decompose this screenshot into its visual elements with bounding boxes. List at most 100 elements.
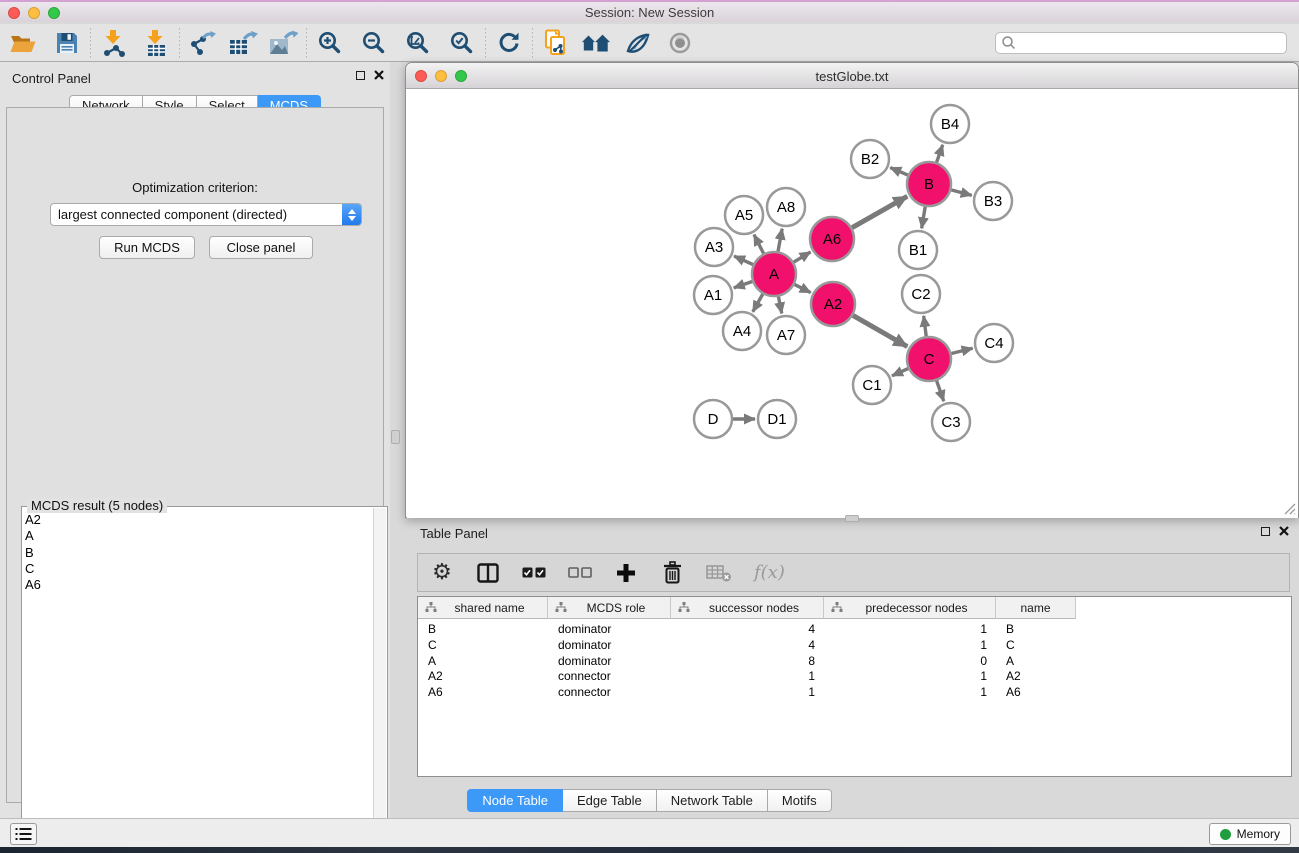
table-settings-gear-icon[interactable]: ⚙ — [430, 559, 454, 587]
tab-network-table[interactable]: Network Table — [657, 789, 768, 812]
edge-A6-B[interactable] — [852, 196, 907, 227]
graph-node-A3[interactable]: A3 — [695, 228, 733, 266]
search-input[interactable] — [1017, 34, 1286, 52]
tab-node-table[interactable]: Node Table — [467, 789, 563, 812]
edge-B-B1[interactable] — [922, 207, 926, 229]
graph-node-D[interactable]: D — [694, 400, 732, 438]
home-layout-icon[interactable] — [581, 28, 611, 58]
graph-node-A2[interactable]: A2 — [811, 282, 855, 326]
cell-MCDS-role: connector — [548, 685, 671, 701]
export-table-icon[interactable] — [228, 28, 258, 58]
show-hide-style-icon[interactable] — [623, 28, 653, 58]
graph-node-C3[interactable]: C3 — [932, 403, 970, 441]
graph-node-A1[interactable]: A1 — [694, 276, 732, 314]
optimization-dropdown[interactable]: largest connected component (directed) — [50, 203, 362, 226]
graph-node-A6[interactable]: A6 — [810, 217, 854, 261]
table-row[interactable]: Adominator80A — [418, 654, 1291, 670]
edge-C-C4[interactable] — [951, 348, 972, 353]
float-panel-icon[interactable] — [356, 71, 365, 80]
svg-text:C3: C3 — [941, 414, 960, 431]
delete-column-trash-icon[interactable] — [660, 559, 684, 587]
edge-A-A7[interactable] — [778, 297, 781, 314]
column-header-MCDS-role[interactable]: MCDS role — [548, 597, 671, 619]
edge-A-A6[interactable] — [794, 252, 811, 262]
edge-A-A2[interactable] — [795, 284, 811, 292]
svg-text:D: D — [708, 411, 719, 428]
edge-C-C1[interactable] — [892, 369, 908, 376]
column-header-name[interactable]: name — [996, 597, 1076, 619]
task-history-button[interactable] — [10, 823, 37, 845]
edge-C-C2[interactable] — [924, 316, 927, 336]
table-row[interactable]: A2connector11A2 — [418, 669, 1291, 685]
close-panel-button[interactable]: Close panel — [209, 236, 313, 259]
network-window-title: testGlobe.txt — [406, 69, 1298, 84]
graph-node-C[interactable]: C — [907, 337, 951, 381]
clone-network-icon[interactable] — [541, 28, 571, 58]
edge-B-B2[interactable] — [890, 168, 908, 175]
graph-node-B3[interactable]: B3 — [974, 182, 1012, 220]
tab-edge-table[interactable]: Edge Table — [563, 789, 657, 812]
control-panel-header: Control Panel — [0, 62, 390, 92]
edge-C-C3[interactable] — [937, 381, 944, 402]
cell-successor-nodes: 4 — [671, 638, 824, 654]
delete-table-icon[interactable] — [706, 559, 732, 587]
graph-node-A5[interactable]: A5 — [725, 196, 763, 234]
edge-A-A5[interactable] — [754, 235, 764, 254]
table-row[interactable]: Cdominator41C — [418, 638, 1291, 654]
graph-node-A[interactable]: A — [752, 252, 796, 296]
graph-node-A4[interactable]: A4 — [723, 312, 761, 350]
refresh-icon[interactable] — [494, 28, 524, 58]
graph-node-D1[interactable]: D1 — [758, 400, 796, 438]
edge-A-A3[interactable] — [734, 256, 753, 265]
tab-motifs[interactable]: Motifs — [768, 789, 832, 812]
edge-B-B4[interactable] — [937, 145, 943, 163]
zoom-in-icon[interactable] — [315, 28, 345, 58]
zoom-out-icon[interactable] — [359, 28, 389, 58]
graph-node-C1[interactable]: C1 — [853, 366, 891, 404]
memory-button[interactable]: Memory — [1209, 823, 1291, 845]
vertical-splitter-grip[interactable] — [391, 430, 400, 444]
save-session-icon[interactable] — [52, 28, 82, 58]
graph-node-C2[interactable]: C2 — [902, 275, 940, 313]
import-network-icon[interactable] — [99, 28, 129, 58]
network-canvas[interactable]: A5A8 A3 A6 A A1A4A7A2 B2 B4 B B3 B1 C2 C C4 C1 C3 D D1 — [407, 90, 1298, 518]
network-window-titlebar[interactable]: testGlobe.txt — [406, 63, 1298, 89]
resize-grip-icon[interactable] — [1282, 501, 1296, 515]
column-header-shared-name[interactable]: shared name — [418, 597, 548, 619]
table-row[interactable]: A6connector11A6 — [418, 685, 1291, 701]
app-title: Session: New Session — [0, 5, 1299, 20]
close-panel-icon[interactable] — [374, 70, 384, 80]
graph-node-C4[interactable]: C4 — [975, 324, 1013, 362]
zoom-fit-icon[interactable] — [403, 28, 433, 58]
graph-node-B4[interactable]: B4 — [931, 105, 969, 143]
show-hide-graphics-icon[interactable] — [665, 28, 695, 58]
graph-node-A7[interactable]: A7 — [767, 316, 805, 354]
graph-node-A8[interactable]: A8 — [767, 188, 805, 226]
column-selector-icon[interactable] — [476, 559, 500, 587]
graph-node-B[interactable]: B — [907, 162, 951, 206]
import-table-icon[interactable] — [141, 28, 171, 58]
deselect-all-icon[interactable] — [568, 559, 592, 587]
graph-node-B1[interactable]: B1 — [899, 231, 937, 269]
edge-A2-C[interactable] — [853, 315, 907, 346]
run-mcds-button[interactable]: Run MCDS — [99, 236, 195, 259]
graph-node-B2[interactable]: B2 — [851, 140, 889, 178]
select-all-icon[interactable] — [522, 559, 546, 587]
table-row[interactable]: Bdominator41B — [418, 622, 1291, 638]
column-header-successor-nodes[interactable]: successor nodes — [671, 597, 824, 619]
column-header-predecessor-nodes[interactable]: predecessor nodes — [824, 597, 996, 619]
mcds-result-item: B — [25, 545, 371, 561]
zoom-selected-icon[interactable] — [447, 28, 477, 58]
export-network-icon[interactable] — [188, 28, 218, 58]
open-file-icon[interactable] — [8, 28, 38, 58]
add-column-icon[interactable] — [614, 559, 638, 587]
optimization-dropdown-value: largest connected component (directed) — [51, 207, 342, 222]
edge-B-B3[interactable] — [951, 190, 972, 195]
edge-A-A8[interactable] — [778, 229, 782, 252]
float-table-panel-icon[interactable] — [1261, 527, 1270, 536]
edge-A-A4[interactable] — [753, 294, 763, 312]
export-image-icon[interactable] — [268, 28, 298, 58]
svg-text:B3: B3 — [984, 193, 1002, 210]
edge-A-A1[interactable] — [734, 281, 752, 287]
close-table-panel-icon[interactable] — [1279, 526, 1289, 536]
